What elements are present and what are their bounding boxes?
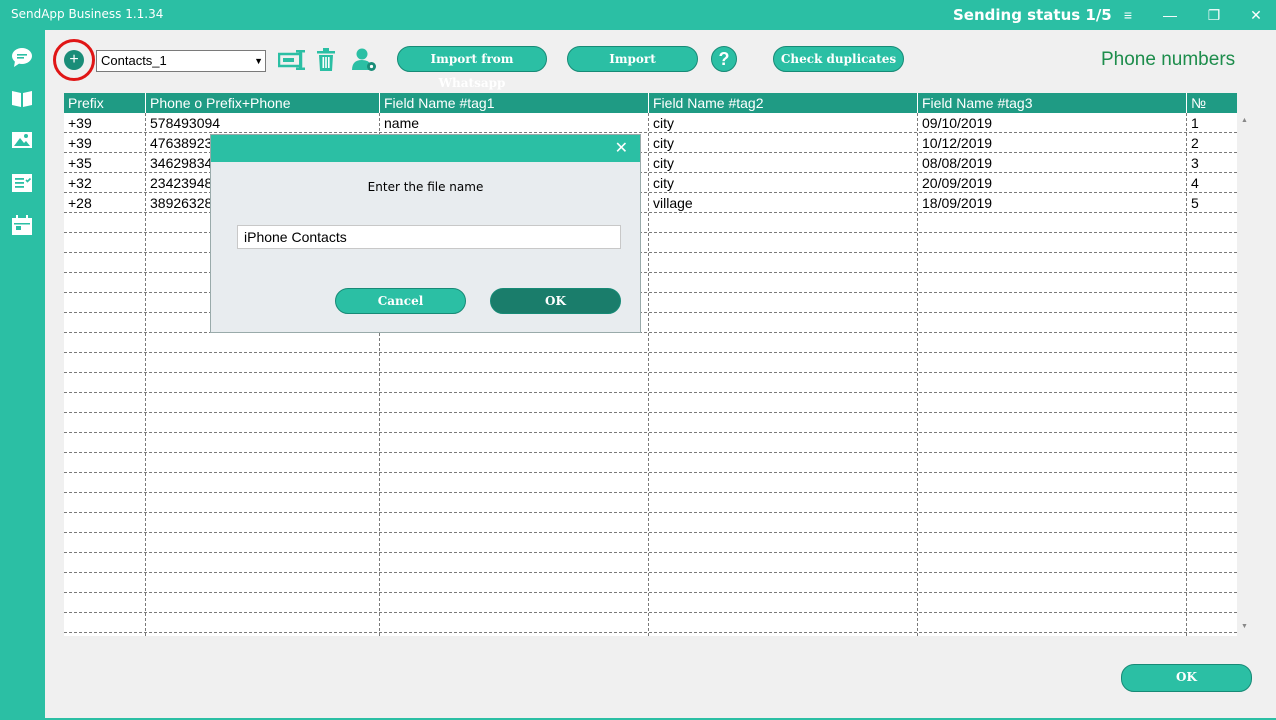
image-icon[interactable] — [11, 129, 33, 151]
table-cell[interactable]: 18/09/2019 — [918, 193, 1187, 212]
table-cell[interactable]: 2 — [1187, 133, 1237, 152]
sidebar — [0, 30, 45, 720]
table-cell[interactable]: 3 — [1187, 153, 1237, 172]
table-row[interactable] — [64, 373, 1237, 393]
rename-icon[interactable] — [278, 49, 308, 71]
table-row[interactable] — [64, 333, 1237, 353]
file-name-dialog: ✕ Enter the file name iPhone Contacts Ca… — [210, 134, 641, 333]
calendar-icon[interactable] — [11, 214, 33, 236]
app-title: SendApp Business 1.1.34 — [11, 7, 164, 21]
table-cell[interactable]: +39 — [64, 133, 146, 152]
table-cell[interactable]: 08/08/2019 — [918, 153, 1187, 172]
table-cell[interactable]: +28 — [64, 193, 146, 212]
table-cell[interactable]: 20/09/2019 — [918, 173, 1187, 192]
checklist-icon[interactable] — [11, 172, 33, 194]
table-cell[interactable]: 10/12/2019 — [918, 133, 1187, 152]
import-whatsapp-button[interactable]: Import from Whatsapp — [397, 46, 547, 90]
table-cell[interactable]: 4 — [1187, 173, 1237, 192]
page-title: Phone numbers — [1101, 49, 1236, 70]
book-icon[interactable] — [11, 87, 33, 109]
main-ok-button[interactable]: OK — [1121, 664, 1252, 692]
table-cell[interactable]: +35 — [64, 153, 146, 172]
table-row[interactable] — [64, 593, 1237, 613]
table-row[interactable] — [64, 473, 1237, 493]
column-header-number[interactable]: № — [1187, 93, 1237, 113]
table-cell[interactable]: +32 — [64, 173, 146, 192]
dialog-header: ✕ — [211, 135, 640, 162]
import-button[interactable]: Import — [567, 46, 698, 72]
table-row[interactable] — [64, 533, 1237, 553]
contact-list-value: Contacts_1 — [101, 53, 167, 68]
restore-icon[interactable]: ❐ — [1204, 5, 1224, 25]
column-header-tag1[interactable]: Field Name #tag1 — [380, 93, 649, 113]
table-cell[interactable]: city — [649, 173, 918, 192]
menu-icon[interactable]: ≡ — [1118, 5, 1138, 25]
cancel-button[interactable]: Cancel — [335, 288, 466, 314]
table-row[interactable] — [64, 433, 1237, 453]
check-duplicates-button[interactable]: Check duplicates — [773, 46, 904, 72]
chevron-down-icon: ▼ — [254, 56, 263, 66]
table-cell[interactable]: 5 — [1187, 193, 1237, 212]
column-header-tag3[interactable]: Field Name #tag3 — [918, 93, 1187, 113]
user-settings-icon[interactable] — [352, 48, 378, 72]
table-row[interactable]: +39 578493094 name city 09/10/2019 1 — [64, 113, 1237, 133]
table-row[interactable] — [64, 393, 1237, 413]
table-row[interactable] — [64, 513, 1237, 533]
table-row[interactable] — [64, 413, 1237, 433]
table-cell[interactable]: 1 — [1187, 113, 1237, 132]
table-row[interactable] — [64, 573, 1237, 593]
close-icon[interactable]: ✕ — [1246, 5, 1266, 25]
table-row[interactable] — [64, 613, 1237, 633]
table-row[interactable] — [64, 353, 1237, 373]
table-cell[interactable]: 578493094 — [146, 113, 380, 132]
title-bar: SendApp Business 1.1.34 Sending status 1… — [0, 0, 1276, 30]
table-cell[interactable]: city — [649, 113, 918, 132]
scroll-down-icon[interactable]: ▼ — [1241, 623, 1248, 630]
dialog-prompt: Enter the file name — [367, 180, 484, 194]
close-icon[interactable]: ✕ — [615, 138, 628, 158]
vertical-scrollbar[interactable]: ▲ ▼ — [1238, 113, 1252, 636]
minimize-icon[interactable]: — — [1160, 5, 1180, 25]
column-header-prefix[interactable]: Prefix — [64, 93, 146, 113]
column-header-phone[interactable]: Phone o Prefix+Phone — [146, 93, 380, 113]
table-row[interactable] — [64, 493, 1237, 513]
table-row[interactable] — [64, 553, 1237, 573]
help-button[interactable]: ? — [711, 46, 737, 72]
trash-icon[interactable] — [316, 48, 336, 72]
file-name-input[interactable]: iPhone Contacts — [237, 225, 621, 249]
table-cell[interactable]: city — [649, 133, 918, 152]
table-cell[interactable]: city — [649, 153, 918, 172]
column-header-tag2[interactable]: Field Name #tag2 — [649, 93, 918, 113]
contact-list-select[interactable]: Contacts_1 ▼ — [96, 50, 266, 72]
chat-bubble-icon[interactable] — [11, 46, 33, 68]
add-list-button[interactable]: + — [64, 50, 84, 70]
table-row[interactable] — [64, 453, 1237, 473]
ok-button[interactable]: OK — [490, 288, 621, 314]
table-cell[interactable]: village — [649, 193, 918, 212]
sending-status: Sending status 1/5 — [953, 6, 1112, 24]
table-cell[interactable]: name — [380, 113, 649, 132]
scroll-up-icon[interactable]: ▲ — [1241, 117, 1248, 124]
table-cell[interactable]: 09/10/2019 — [918, 113, 1187, 132]
table-cell[interactable]: +39 — [64, 113, 146, 132]
